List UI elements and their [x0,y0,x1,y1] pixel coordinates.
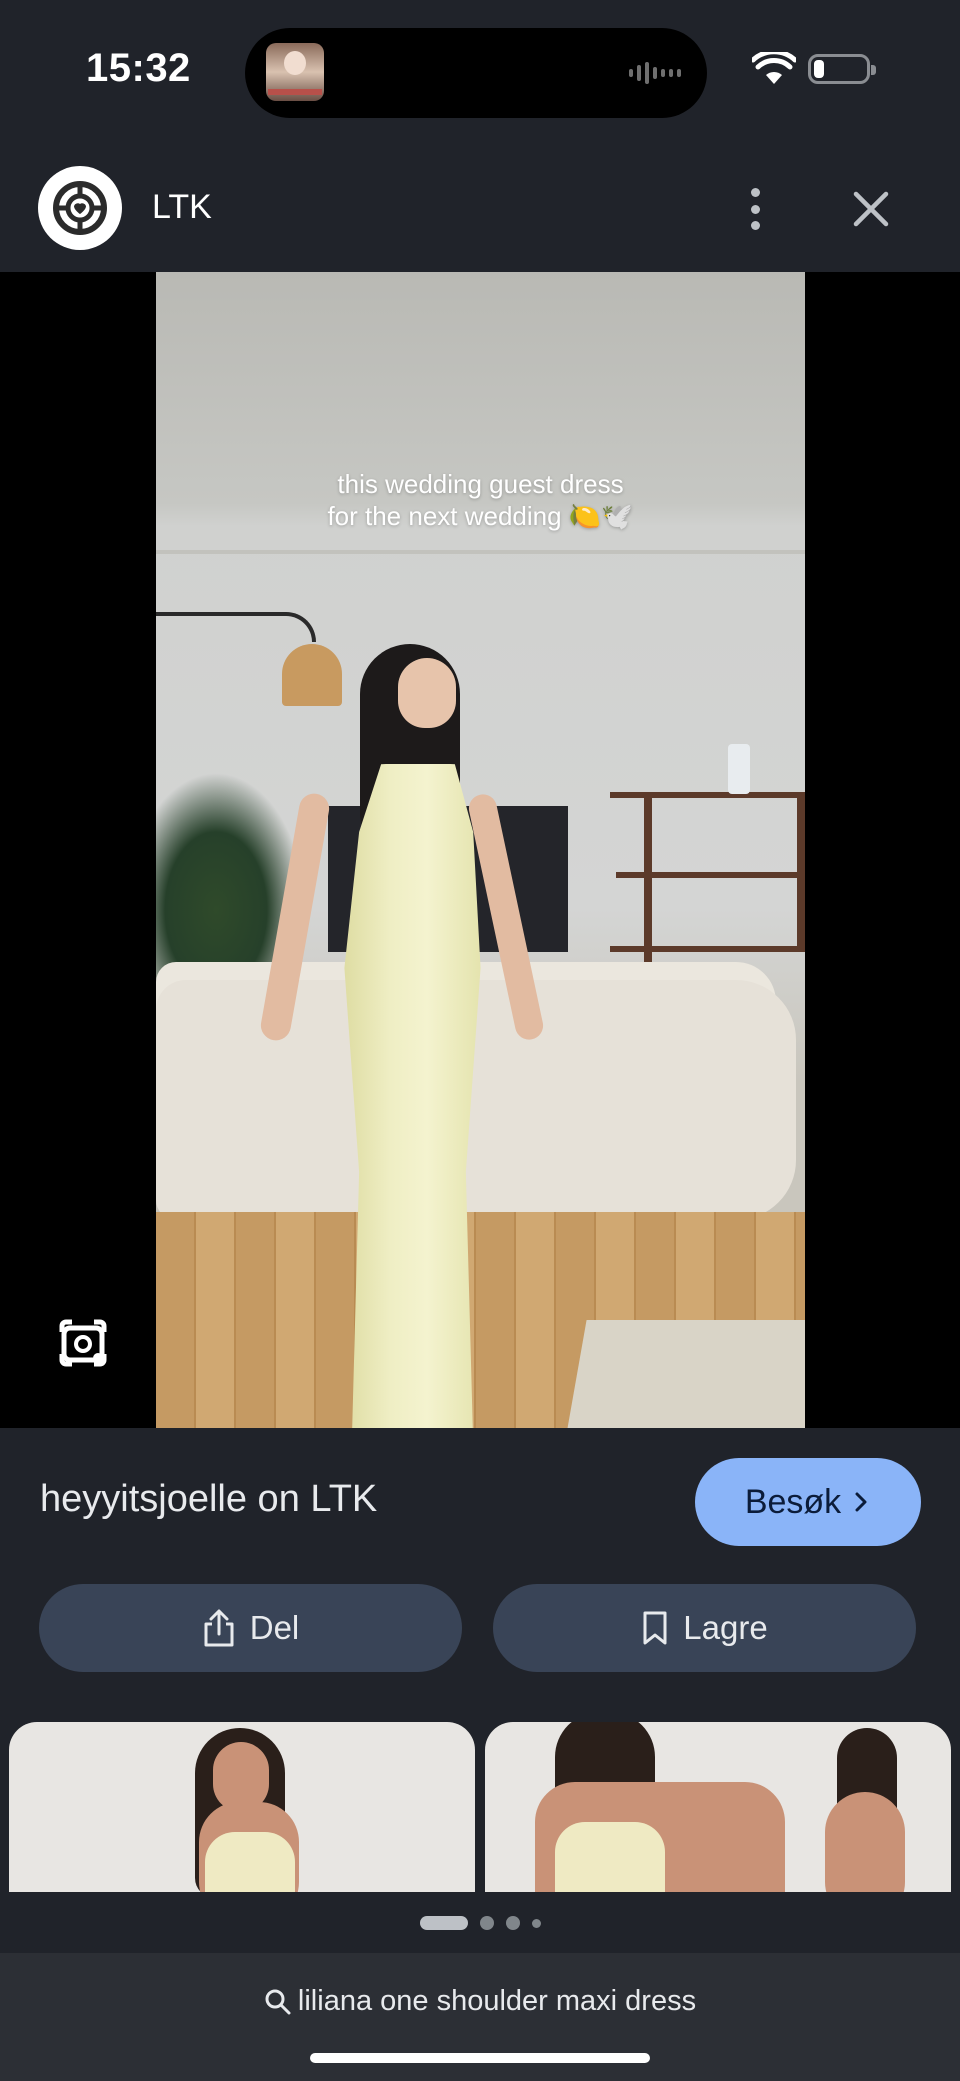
related-product-thumbnail[interactable] [485,1722,951,1892]
product-video-frame[interactable]: this wedding guest dress for the next we… [156,272,805,1428]
video-caption: this wedding guest dress for the next we… [156,468,805,532]
save-button[interactable]: Lagre [493,1584,916,1672]
status-time: 15:32 [86,46,191,90]
app-header: LTK [0,140,960,272]
wifi-icon [752,52,796,84]
battery-icon [808,54,876,84]
chevron-right-icon [855,1492,867,1512]
dynamic-island[interactable] [245,28,707,118]
pager-dot[interactable] [479,1916,494,1930]
result-info-card: heyyitsjoelle on LTK Besøk Del Lagre [0,1428,960,1893]
visit-button[interactable]: Besøk [695,1458,921,1546]
share-button[interactable]: Del [39,1584,462,1672]
search-query-row[interactable]: liliana one shoulder maxi dress [0,1985,960,2018]
carousel-pager [0,1893,960,1953]
search-bar[interactable]: liliana one shoulder maxi dress [0,1953,960,2081]
ltk-logo-icon [38,166,122,250]
close-button[interactable] [848,186,894,232]
share-icon [204,1609,234,1647]
source-title[interactable]: heyyitsjoelle on LTK [40,1478,377,1521]
save-label: Lagre [683,1609,768,1646]
lens-search-button[interactable] [56,1316,110,1370]
search-icon [265,1989,291,2014]
related-product-thumbnail[interactable] [9,1722,475,1892]
home-indicator [310,2053,650,2063]
bookmark-icon [643,1611,667,1645]
visit-label: Besøk [744,1482,842,1521]
now-playing-thumbnail [266,43,324,101]
audio-wave-icon [629,62,681,84]
caption-line-1: this wedding guest dress [337,469,624,499]
app-title: LTK [152,188,212,226]
media-viewer: this wedding guest dress for the next we… [0,272,960,1428]
pager-dot[interactable] [531,1918,541,1928]
search-query: liliana one shoulder maxi dress [297,1985,697,2017]
status-bar: 15:32 [0,0,960,140]
pager-dot-active[interactable] [419,1916,468,1930]
related-products [0,1722,960,1892]
more-options-button[interactable] [740,184,770,234]
pager-dot[interactable] [505,1916,520,1930]
caption-line-2: for the next wedding 🍋🕊️ [327,501,634,531]
more-vert-icon [750,188,760,197]
share-label: Del [249,1609,300,1646]
